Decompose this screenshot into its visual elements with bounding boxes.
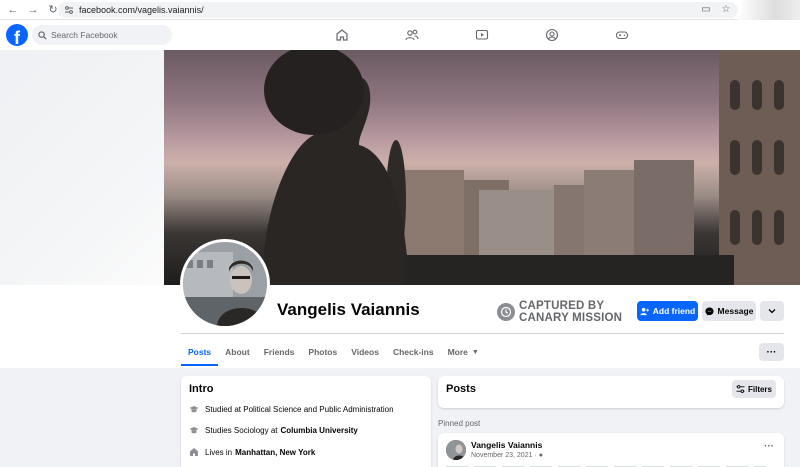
url-text: facebook.com/vagelis.vaiannis/	[79, 5, 204, 15]
filter-sliders-icon	[736, 385, 745, 393]
add-friend-button[interactable]: Add friend	[637, 301, 698, 321]
clock-icon	[497, 303, 515, 321]
profile-name: Vangelis Vaiannis	[277, 300, 420, 319]
intro-title: Intro	[189, 383, 214, 395]
globe-icon: ●	[538, 452, 543, 459]
home-icon[interactable]	[335, 28, 349, 42]
browser-toolbar: ← → ↻ facebook.com/vagelis.vaiannis/ ▭ ☆	[0, 0, 800, 20]
profile-options-button[interactable]	[760, 301, 784, 321]
forward-icon[interactable]: →	[26, 3, 40, 17]
intro-studies: Studies Sociology at Columbia University	[189, 425, 358, 435]
post-options-button[interactable]: ···	[764, 441, 774, 452]
profile-avatar[interactable]	[180, 239, 270, 329]
friends-icon[interactable]	[405, 28, 419, 42]
tab-friends[interactable]: Friends	[257, 340, 302, 364]
post-timestamp[interactable]: November 23, 2021 · ●	[471, 452, 543, 459]
tabs-more-options-button[interactable]: ···	[759, 343, 784, 361]
search-input[interactable]: Search Facebook	[32, 25, 172, 45]
intro-studies-text: Studies Sociology at	[205, 425, 278, 435]
post-author-avatar[interactable]	[446, 440, 466, 460]
message-label: Message	[717, 306, 754, 316]
message-button[interactable]: Message	[702, 301, 756, 321]
intro-residence-text: Lives in	[205, 447, 233, 457]
tab-check-ins[interactable]: Check-ins	[386, 340, 441, 364]
video-icon[interactable]	[475, 28, 489, 42]
bookmark-star-icon[interactable]: ☆	[720, 3, 732, 15]
filters-button[interactable]: Filters	[732, 380, 776, 398]
filters-label: Filters	[747, 384, 772, 394]
facebook-logo[interactable]: f	[6, 24, 28, 46]
logo-letter: f	[14, 28, 20, 46]
add-friend-label: Add friend	[652, 306, 696, 316]
intro-card: Intro Studied at Political Science and P…	[181, 376, 431, 467]
avatar-image	[183, 242, 267, 326]
intro-residence: Lives in Manhattan, New York	[189, 447, 315, 457]
pinned-post-label: Pinned post	[438, 419, 481, 428]
groups-icon[interactable]	[545, 28, 559, 42]
home-icon	[190, 448, 198, 456]
badge-line-2: CANARY MISSION	[519, 312, 623, 324]
facebook-header: f Search Facebook	[0, 20, 800, 50]
messenger-icon	[704, 306, 714, 316]
intro-residence-link[interactable]: Manhattan, New York	[235, 448, 315, 457]
chevron-down-icon	[768, 309, 776, 314]
graduation-cap-icon	[189, 427, 199, 434]
post-date-text: November 23, 2021 ·	[471, 452, 537, 459]
tab-posts[interactable]: Posts	[181, 340, 219, 366]
captured-badge: CAPTURED BY CANARY MISSION	[497, 300, 622, 324]
search-icon	[38, 30, 47, 40]
add-person-icon	[640, 307, 649, 315]
posts-title: Posts	[446, 383, 476, 395]
tab-more[interactable]: More ▼	[441, 340, 486, 364]
search-placeholder: Search Facebook	[51, 30, 118, 40]
cast-icon[interactable]: ▭	[700, 3, 712, 15]
intro-studies-link[interactable]: Columbia University	[281, 426, 358, 435]
site-info-icon[interactable]	[64, 5, 74, 15]
back-icon[interactable]: ←	[6, 3, 20, 17]
badge-line-1: CAPTURED BY	[519, 300, 605, 312]
gaming-icon[interactable]	[615, 28, 629, 42]
browser-profile-area	[738, 0, 800, 20]
cover-photo[interactable]	[164, 50, 800, 285]
tab-about[interactable]: About	[218, 340, 257, 364]
profile-tabs: Posts About Friends Photos Videos Check-…	[181, 340, 486, 366]
profile-divider	[181, 333, 784, 334]
graduation-cap-icon	[189, 406, 199, 413]
address-bar[interactable]: facebook.com/vagelis.vaiannis/	[58, 2, 738, 18]
tab-videos[interactable]: Videos	[344, 340, 386, 364]
cover-photo-image	[263, 50, 800, 285]
caret-down-icon: ▼	[471, 348, 479, 356]
tab-more-label: More	[447, 347, 468, 357]
intro-education-text: Studied at Political Science and Public …	[205, 404, 394, 414]
posts-header-card: Posts Filters	[438, 376, 784, 408]
intro-education: Studied at Political Science and Public …	[189, 404, 394, 414]
pinned-post-card: Vangelis Vaiannis November 23, 2021 · ● …	[438, 433, 784, 467]
post-author-name[interactable]: Vangelis Vaiannis	[471, 440, 542, 450]
tab-photos[interactable]: Photos	[301, 340, 344, 364]
